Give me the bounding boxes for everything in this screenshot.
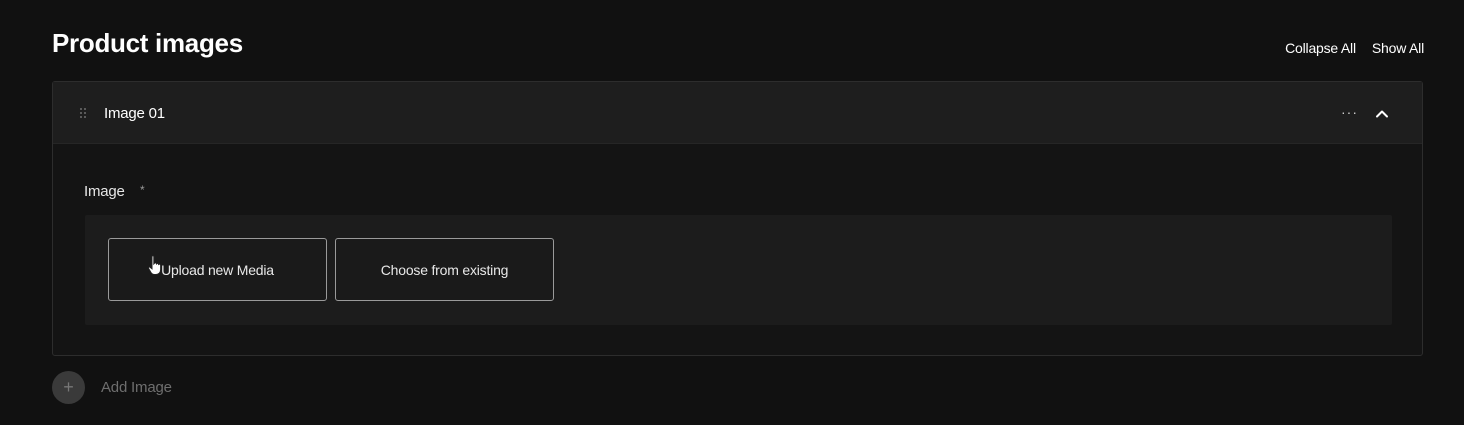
add-image-row[interactable]: + Add Image <box>52 371 172 404</box>
header-actions: Collapse All Show All <box>1285 40 1424 56</box>
plus-icon[interactable]: + <box>52 371 85 404</box>
chevron-up-icon[interactable] <box>1374 106 1390 122</box>
required-mark: * <box>140 183 145 197</box>
image-panel: Image 01 ··· Image * Upload new Media Ch… <box>52 81 1423 356</box>
collapse-all-button[interactable]: Collapse All <box>1285 40 1356 56</box>
panel-title: Image 01 <box>104 105 165 122</box>
show-all-button[interactable]: Show All <box>1372 40 1424 56</box>
page: Product images Collapse All Show All Ima… <box>0 0 1464 425</box>
upload-new-media-button[interactable]: Upload new Media <box>108 238 327 301</box>
section-title: Product images <box>52 28 243 58</box>
add-image-label[interactable]: Add Image <box>101 379 172 396</box>
upload-area: Upload new Media Choose from existing <box>85 215 1392 325</box>
choose-from-existing-button[interactable]: Choose from existing <box>335 238 554 301</box>
more-options-icon[interactable]: ··· <box>1341 104 1358 120</box>
field-label-image: Image <box>84 183 125 200</box>
drag-handle-icon[interactable] <box>80 108 86 120</box>
panel-header[interactable]: Image 01 ··· <box>53 82 1422 144</box>
